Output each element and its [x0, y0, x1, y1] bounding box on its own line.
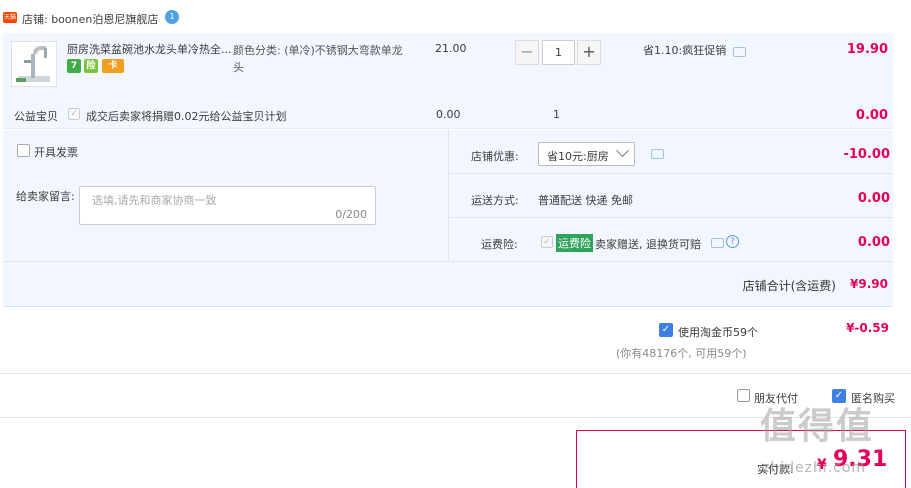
charity-qty: 1	[553, 108, 560, 121]
coupon-label: 店铺优惠:	[471, 150, 519, 163]
options-left-panel: 开具发票 给卖家留言: 选填,请先和商家协商一致 0/200	[3, 130, 447, 261]
charity-row: 公益宝贝 ✓ 成交后卖家将捐赠0.02元给公益宝贝计划 0.00 1 0.00	[3, 104, 893, 128]
divider	[0, 373, 911, 374]
insurance-service-icon[interactable]: 险	[84, 59, 98, 73]
item-total-price: 19.90	[846, 42, 888, 57]
qty-minus-button[interactable]: −	[515, 40, 539, 65]
shipping-row: 运送方式: 普通配送 快递 免邮 0.00	[449, 174, 893, 218]
subtotal-label: 店铺合计(含运费)	[742, 279, 836, 293]
charity-total: 0.00	[855, 108, 888, 123]
insurance-amount: 0.00	[857, 235, 890, 250]
faucet-image-icon	[16, 46, 50, 82]
coins-label: 使用淘金币59个	[678, 326, 758, 339]
credit-card-icon[interactable]: 卡	[102, 59, 124, 73]
qty-input[interactable]: 1	[542, 40, 575, 65]
promo-text: 省1.10:疯狂促销	[643, 44, 727, 57]
promo-chat-icon[interactable]	[733, 47, 746, 57]
invoice-label: 开具发票	[34, 146, 78, 159]
coins-discount-value: ¥-0.59	[846, 321, 889, 335]
chevron-down-icon	[616, 144, 629, 158]
coupon-selected-value: 省10元:厨房	[547, 150, 609, 163]
site-watermark: 值得值	[760, 406, 875, 447]
insurance-badge: 运费险	[556, 234, 593, 252]
invoice-checkbox[interactable]	[17, 144, 30, 157]
coupon-chat-icon[interactable]	[651, 149, 664, 159]
coins-checkbox[interactable]: ✓	[659, 323, 673, 337]
coupon-select[interactable]: 省10元:厨房	[538, 142, 635, 166]
insurance-row: 运费险: ✓ 运费险 卖家赠送, 退换货可赔 ? 0.00	[449, 218, 893, 261]
help-icon[interactable]: ?	[726, 235, 739, 248]
item-unit-price: 21.00	[435, 42, 467, 55]
charity-label: 公益宝贝	[14, 110, 58, 123]
coupon-amount: -10.00	[843, 147, 890, 162]
shop-name-link[interactable]: 店铺: boonen泊恩尼旗舰店	[22, 11, 158, 27]
item-sku: 颜色分类: (单冷)不锈钢大弯款单龙头	[233, 44, 403, 74]
insurance-label: 运费险:	[481, 238, 518, 251]
shipping-amount: 0.00	[857, 191, 890, 206]
product-thumbnail[interactable]	[11, 41, 57, 87]
shipping-value: 普通配送 快递 免邮	[538, 194, 633, 207]
order-options: 开具发票 给卖家留言: 选填,请先和商家协商一致 0/200 店铺优惠: 省10…	[3, 130, 893, 307]
coins-balance-note: (你有48176个, 可用59个)	[616, 347, 747, 360]
chat-icon[interactable]: 1	[165, 10, 179, 24]
subtotal-value: ¥9.90	[850, 277, 888, 291]
charity-price: 0.00	[436, 108, 461, 121]
qty-plus-button[interactable]: +	[577, 40, 601, 65]
seven-day-return-icon[interactable]: 7	[67, 59, 81, 73]
memo-char-count: 0/200	[335, 208, 367, 221]
quantity-stepper: − 1 +	[515, 40, 603, 66]
item-title-link[interactable]: 厨房洗菜盆碗池水龙头单冷热全...	[67, 42, 235, 58]
memo-placeholder: 选填,请先和商家协商一致	[92, 194, 217, 207]
insurance-chat-icon[interactable]	[711, 238, 724, 248]
insurance-checkbox[interactable]: ✓	[541, 236, 553, 248]
tmall-badge-icon: 天猫	[3, 12, 17, 23]
charity-text: 成交后卖家将捐赠0.02元给公益宝贝计划	[86, 110, 287, 123]
memo-label: 给卖家留言:	[16, 190, 75, 203]
insurance-text: 卖家赠送, 退换货可赔	[595, 238, 701, 251]
coupon-row: 店铺优惠: 省10元:厨房 -10.00	[449, 130, 893, 174]
shop-subtotal-row: 店铺合计(含运费) ¥9.90	[3, 261, 893, 307]
charity-checkbox[interactable]: ✓	[68, 108, 80, 120]
shipping-label: 运送方式:	[471, 194, 519, 207]
site-watermark-url: zhidezhi.com	[762, 460, 867, 476]
shop-header: 天猫 店铺: boonen泊恩尼旗舰店 1	[0, 8, 911, 30]
seller-memo-textarea[interactable]: 选填,请先和商家协商一致 0/200	[79, 186, 376, 225]
friend-pay-checkbox[interactable]	[737, 389, 750, 402]
